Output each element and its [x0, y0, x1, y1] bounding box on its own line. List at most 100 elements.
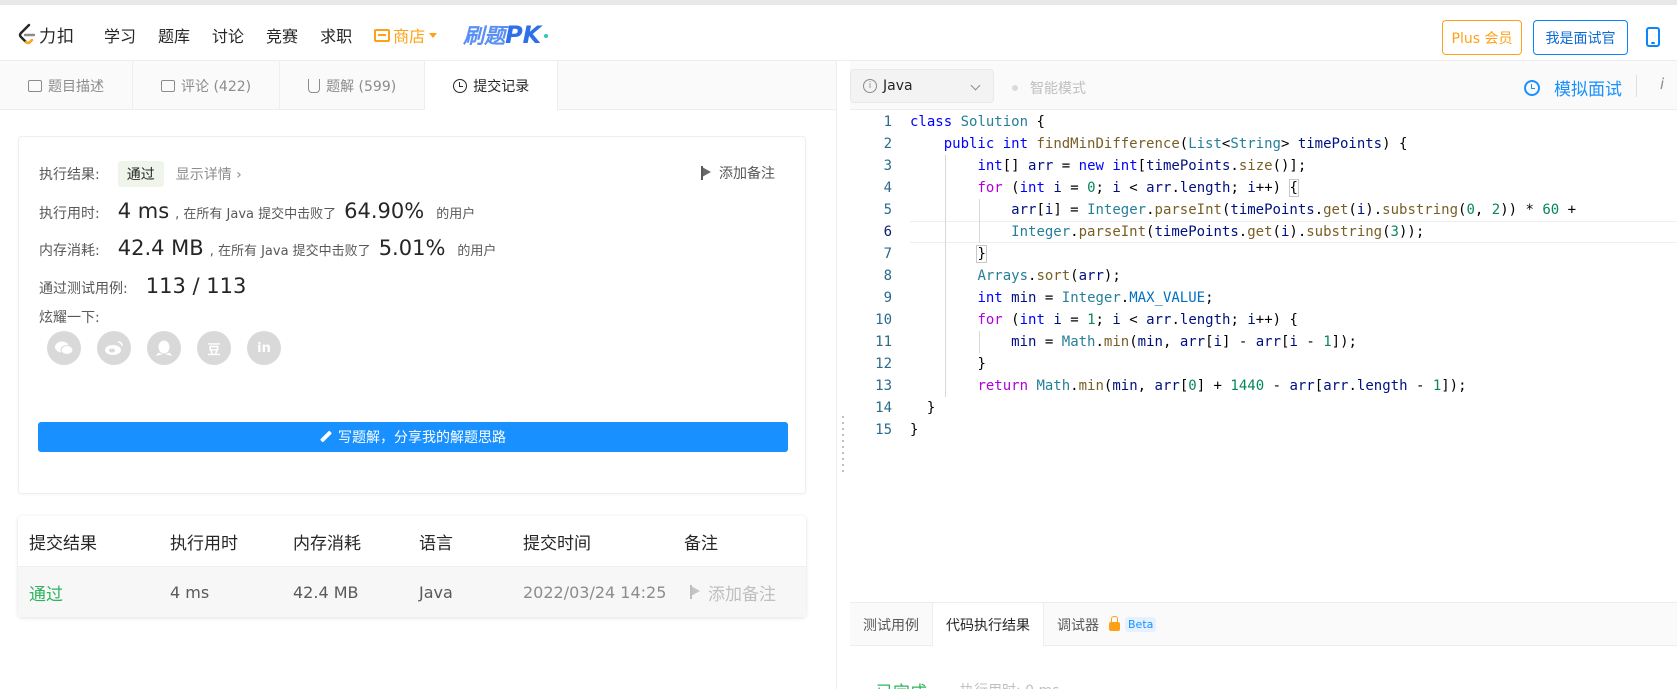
interviewer-button[interactable]: 我是面试官	[1533, 20, 1628, 55]
runtime-label: 执行用时:	[39, 206, 100, 222]
row-add-note[interactable]: 添加备注	[690, 567, 776, 617]
language-select[interactable]: i Java	[850, 69, 994, 103]
nav-problem-pk[interactable]: 刷题PK	[463, 20, 549, 50]
tab-submissions-label: 提交记录	[473, 78, 530, 95]
line-number: 15	[875, 422, 892, 438]
weibo-icon[interactable]	[97, 331, 131, 365]
chevron-down-icon	[970, 80, 981, 91]
submission-result-card: 执行结果: 通过 显示详情 › 添加备注 执行用时: 4 ms , 在所有 Ja…	[18, 136, 806, 494]
code-line: 2 public int findMinDifference(List<Stri…	[850, 133, 1677, 155]
tab-run-result[interactable]: 代码执行结果	[932, 603, 1044, 647]
tab-debugger[interactable]: 调试器 Beta	[1044, 603, 1169, 646]
share-buttons: 豆 in	[47, 331, 297, 365]
code-line-current: 6 Integer.parseInt(timePoints.get(i).sub…	[850, 221, 1677, 243]
table-header: 提交结果 执行用时 内存消耗 语言 提交时间 备注	[18, 516, 806, 567]
line-number: 13	[875, 378, 892, 394]
tab-submissions[interactable]: 提交记录	[425, 61, 559, 111]
line-number: 12	[875, 356, 892, 372]
line-number: 7	[883, 246, 892, 262]
code-line: 3 int[] arr = new int[timePoints.size()]…	[850, 155, 1677, 177]
nav-discuss[interactable]: 讨论	[212, 23, 244, 47]
smart-mode-label: 智能模式	[1030, 81, 1086, 97]
memory-value: 42.4 MB	[117, 236, 204, 260]
tab-debugger-label: 调试器	[1057, 617, 1099, 634]
code-editor[interactable]: 1 class Solution { 2 public int findMinDi…	[850, 110, 1677, 602]
code-text: }	[926, 400, 936, 416]
code-line: 13 return Math.min(min, arr[0] + 1440 - …	[850, 375, 1677, 397]
tab-comments[interactable]: 评论 (422)	[133, 61, 281, 110]
write-solution-label: 写题解，分享我的解题思路	[338, 430, 506, 446]
header-status: 提交结果	[29, 533, 97, 554]
code-line: 5 arr[i] = Integer.parseInt(timePoints.g…	[850, 199, 1677, 221]
leetcode-logo-icon	[18, 23, 36, 45]
line-number: 2	[883, 136, 892, 152]
add-note-button[interactable]: 添加备注	[701, 163, 775, 183]
tab-comments-label: 评论 (422)	[181, 78, 252, 95]
memory-row: 内存消耗: 42.4 MB , 在所有 Java 提交中击败了 5.01% 的用…	[39, 236, 496, 260]
header-submit-time: 提交时间	[523, 533, 591, 554]
code-text: }	[976, 245, 987, 263]
toolbar-divider	[1636, 75, 1637, 97]
tab-description[interactable]: 题目描述	[0, 61, 133, 110]
nav-store[interactable]: 商店	[374, 23, 438, 47]
memory-percentile: 5.01%	[378, 236, 446, 260]
code-line: 4 for (int i = 0; i < arr.length; i++) {	[850, 177, 1677, 199]
code-text: int min = Integer.MAX_VALUE;	[977, 290, 1214, 306]
memory-text: , 在所有 Java 提交中击败了	[209, 244, 371, 259]
more-info-icon[interactable]: i	[1660, 75, 1664, 93]
alarm-clock-icon	[1524, 79, 1540, 96]
pk-cn-text: 刷题	[463, 24, 506, 48]
code-line: 9 int min = Integer.MAX_VALUE;	[850, 287, 1677, 309]
tab-testcase[interactable]: 测试用例	[850, 603, 932, 646]
tests-label: 通过测试用例:	[39, 281, 128, 297]
code-text: min = Math.min(min, arr[i] - arr[i - 1])…	[1011, 334, 1357, 350]
mock-interview-button[interactable]: 模拟面试	[1524, 75, 1622, 100]
plus-member-button[interactable]: Plus 会员	[1442, 20, 1522, 55]
runtime-value: 4 ms	[117, 199, 170, 223]
flag-icon	[690, 585, 702, 599]
code-line: 15}	[850, 419, 1677, 441]
leetcode-logo[interactable]: 力扣	[17, 19, 75, 49]
exec-result-row: 执行结果: 通过 显示详情 ›	[39, 161, 242, 187]
top-navbar: 力扣 学习 题库 讨论 竞赛 求职 商店 刷题PK Plus 会员 我是面试官	[0, 0, 1677, 61]
toggle-dot-icon	[1012, 85, 1018, 91]
row-status[interactable]: 通过	[29, 567, 63, 617]
weibo-glyph-icon	[105, 341, 123, 355]
code-line: 7 }	[850, 243, 1677, 265]
row-submit-time: 2022/03/24 14:25	[523, 582, 667, 602]
mobile-icon[interactable]	[1646, 27, 1660, 47]
code-text: public int findMinDifference(List<String…	[943, 136, 1408, 152]
qq-icon[interactable]	[147, 331, 181, 365]
show-detail-link[interactable]: 显示详情 ›	[176, 164, 242, 184]
code-text: for (int i = 0; i < arr.length; i++) {	[977, 179, 1299, 197]
code-text: for (int i = 1; i < arr.length; i++) {	[977, 312, 1298, 328]
mock-interview-label: 模拟面试	[1554, 80, 1622, 100]
nav-contest[interactable]: 竞赛	[266, 23, 298, 47]
code-line: 8 Arrays.sort(arr);	[850, 265, 1677, 287]
header-runtime: 执行用时	[170, 533, 238, 554]
header-note: 备注	[684, 533, 718, 554]
row-runtime: 4 ms	[170, 582, 210, 602]
table-row[interactable]: 通过 4 ms 42.4 MB Java 2022/03/24 14:25 添加…	[18, 567, 806, 617]
code-line: 1 class Solution {	[850, 111, 1677, 133]
pencil-icon	[320, 431, 332, 443]
line-number: 8	[883, 268, 892, 284]
nav-learn[interactable]: 学习	[104, 23, 136, 47]
panel-splitter[interactable]	[836, 61, 850, 689]
linkedin-icon[interactable]: in	[247, 331, 281, 365]
douban-icon[interactable]: 豆	[197, 331, 231, 365]
wechat-icon[interactable]	[47, 331, 81, 365]
code-text: class Solution {	[910, 114, 1045, 130]
header-memory: 内存消耗	[293, 533, 361, 554]
line-number: 11	[875, 334, 892, 350]
smart-mode-toggle[interactable]: 智能模式	[1012, 78, 1086, 98]
nav-jobs[interactable]: 求职	[320, 23, 352, 47]
editor-toolbar: i Java 智能模式 模拟面试 i	[850, 61, 1677, 110]
tab-solutions[interactable]: 题解 (599)	[280, 61, 426, 110]
write-solution-button[interactable]: 写题解，分享我的解题思路	[38, 422, 788, 452]
drag-handle-icon[interactable]	[842, 416, 844, 472]
nav-problems[interactable]: 题库	[158, 23, 190, 47]
clock-icon	[453, 78, 468, 93]
qq-glyph-icon	[156, 340, 172, 356]
flag-icon	[701, 166, 713, 180]
